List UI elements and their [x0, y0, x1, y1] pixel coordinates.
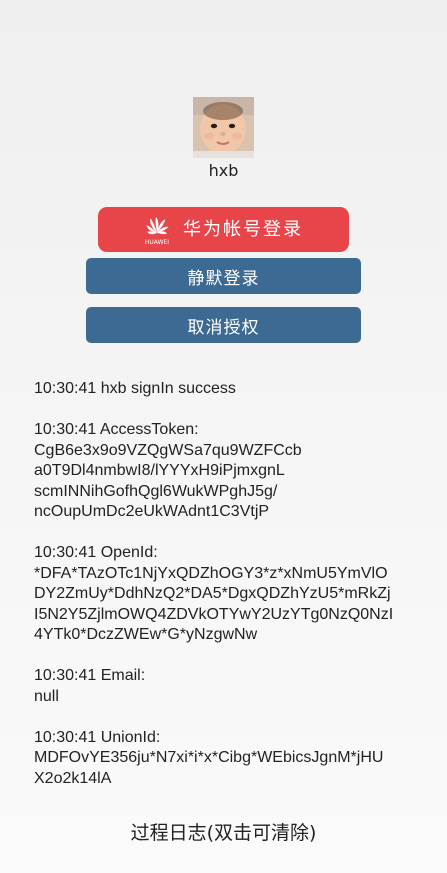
silent-login-label: 静默登录 — [187, 268, 260, 289]
log-entry-email: 10:30:41 Email: null — [34, 667, 146, 705]
log-output: 10:30:41 hxb signIn success 10:30:41 Acc… — [34, 379, 419, 810]
log-entry-signin: 10:30:41 hxb signIn success — [34, 380, 236, 397]
huawei-logo-text: HUAWEI — [144, 239, 170, 246]
username: hxb — [208, 161, 239, 180]
huawei-login-label: 华为帐号登录 — [183, 219, 303, 240]
log-entry-access-token: 10:30:41 AccessToken: CgB6e3x9o9VZQgWSa7… — [34, 421, 302, 520]
log-entry-open-id: 10:30:41 OpenId: *DFA*TAzOTc1NjYxQDZhOGY… — [34, 544, 394, 643]
revoke-auth-label: 取消授权 — [187, 317, 260, 338]
silent-login-button[interactable]: 静默登录 — [86, 258, 361, 294]
avatar — [193, 97, 254, 158]
revoke-auth-button[interactable]: 取消授权 — [86, 307, 361, 343]
huawei-login-button[interactable]: HUAWEI 华为帐号登录 — [98, 207, 349, 252]
log-entry-union-id: 10:30:41 UnionId: MDFOvYE356ju*N7xi*i*x*… — [34, 728, 384, 787]
clear-log-label[interactable]: 过程日志(双击可清除) — [0, 818, 447, 845]
huawei-logo-icon: HUAWEI — [141, 213, 173, 247]
baby-photo — [193, 97, 254, 158]
